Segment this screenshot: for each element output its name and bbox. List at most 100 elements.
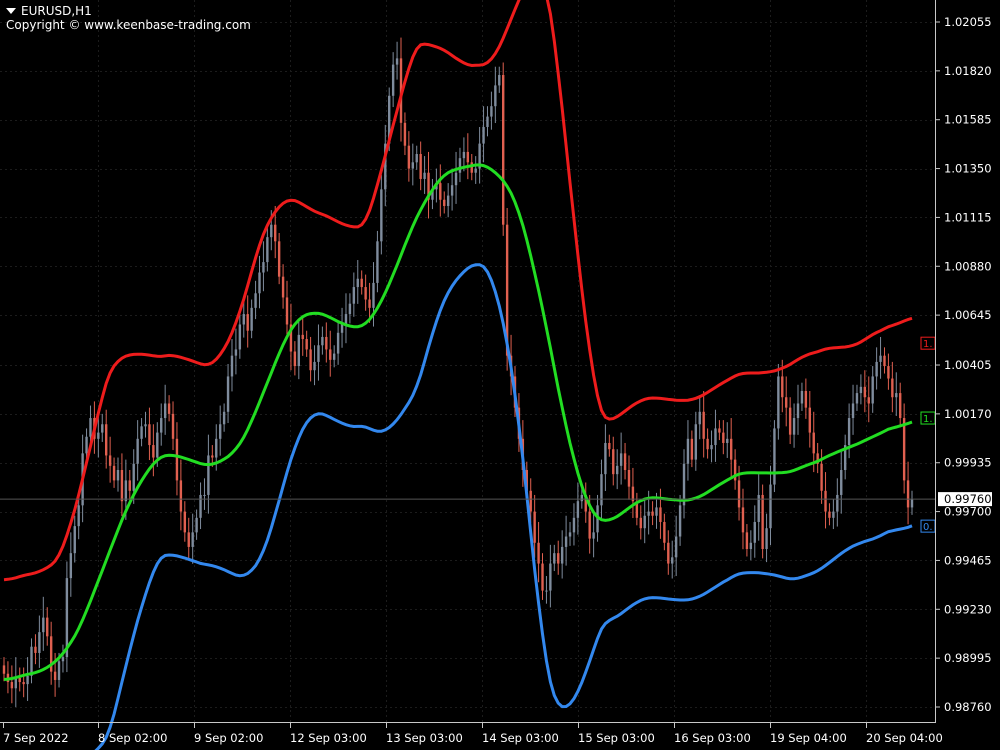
candle-body xyxy=(529,490,532,512)
candle-body xyxy=(655,507,658,516)
dropdown-arrow-icon[interactable] xyxy=(6,8,16,14)
price-tick-label: 0.99935 xyxy=(944,456,992,470)
candle-body xyxy=(592,532,595,539)
candle-body xyxy=(446,195,450,206)
candle-body xyxy=(671,557,674,564)
candle-body xyxy=(785,397,788,408)
candle-body xyxy=(576,501,580,518)
candle-body xyxy=(875,361,878,377)
lower-band-tag: 0. xyxy=(920,519,936,533)
candle-body xyxy=(604,442,607,475)
candle-body xyxy=(651,511,654,516)
candle-body xyxy=(600,474,603,506)
candle-body xyxy=(403,122,407,146)
candle-body xyxy=(234,349,238,356)
price-tick-label: 1.00880 xyxy=(944,259,992,273)
candle-body xyxy=(580,494,584,502)
candle-body xyxy=(270,224,273,238)
candle-body xyxy=(183,511,187,533)
candle-body xyxy=(364,287,367,300)
candle-body xyxy=(419,154,422,179)
candle-body xyxy=(238,324,242,350)
candle-body xyxy=(57,661,61,680)
candle-body xyxy=(686,438,690,464)
symbol-title[interactable]: EURUSD,H1 xyxy=(6,4,92,18)
price-chart[interactable]: 1. 1. 0. 1.02055 1.01820 1.01585 1.01350 1.0111… xyxy=(0,0,1000,750)
candle-body xyxy=(788,407,792,435)
price-tick-label: 0.99700 xyxy=(944,505,992,519)
candle-body xyxy=(588,511,591,539)
candle-body xyxy=(18,677,21,683)
candle-body xyxy=(537,542,540,564)
candle-body xyxy=(443,199,446,206)
candle-body xyxy=(128,480,131,491)
candle-body xyxy=(836,494,839,512)
time-tick-label: 9 Sep 02:00 xyxy=(194,731,263,745)
candle-body xyxy=(309,349,312,371)
candle-body xyxy=(533,511,536,543)
candle-body xyxy=(564,536,568,547)
candle-body xyxy=(42,617,45,633)
candle-body xyxy=(808,407,812,433)
candle-body xyxy=(132,463,135,491)
price-tick-label: 1.01820 xyxy=(944,64,992,78)
candle-body xyxy=(179,480,183,512)
candle-body xyxy=(454,172,458,186)
candle-body xyxy=(458,158,462,173)
time-tick-label: 14 Sep 03:00 xyxy=(482,731,559,745)
candle-body xyxy=(643,515,646,529)
candle-body xyxy=(175,438,179,481)
candle-body xyxy=(407,145,411,169)
candle-body xyxy=(773,428,776,485)
price-tick-label: 1.02055 xyxy=(944,15,992,29)
candle-body xyxy=(356,278,359,288)
candle-body xyxy=(753,521,756,543)
candle-body xyxy=(38,632,41,653)
time-tick-label: 19 Sep 04:00 xyxy=(770,731,847,745)
time-tick-label: 12 Sep 03:00 xyxy=(290,731,367,745)
candle-body xyxy=(541,563,544,591)
candle-body xyxy=(230,355,234,377)
time-tick-label: 7 Sep 2022 xyxy=(3,731,69,745)
candle-body xyxy=(360,278,363,288)
symbol-label: EURUSD,H1 xyxy=(21,4,92,18)
copyright-text: Copyright © www.keenbase-trading.com xyxy=(6,18,251,32)
candle-body xyxy=(317,345,320,362)
candle-body xyxy=(2,665,6,674)
candle-body xyxy=(832,511,835,518)
candle-body xyxy=(462,151,466,159)
candle-body xyxy=(380,189,383,242)
candle-body xyxy=(222,411,226,425)
candle-body xyxy=(171,413,175,439)
candle-body xyxy=(120,470,124,502)
candle-body xyxy=(344,314,348,325)
candle-body xyxy=(883,355,886,367)
upper-band-line xyxy=(3,0,913,582)
candle-body xyxy=(14,677,17,689)
candle-body xyxy=(647,511,650,516)
candle-body xyxy=(627,470,631,487)
candle-body xyxy=(729,438,733,460)
time-tick-label: 13 Sep 03:00 xyxy=(386,731,463,745)
candle-body xyxy=(722,432,725,443)
candle-body xyxy=(211,455,214,458)
candle-body xyxy=(498,75,501,86)
price-axis[interactable]: 1.02055 1.01820 1.01585 1.01350 1.01115 1.008… xyxy=(935,15,992,714)
candle-body xyxy=(140,426,143,439)
candle-body xyxy=(737,480,741,508)
candle-body xyxy=(619,453,623,466)
candle-body xyxy=(53,671,57,680)
candle-body xyxy=(203,494,206,496)
time-axis[interactable]: 7 Sep 2022 8 Sep 02:00 9 Sep 02:00 12 Sep 0… xyxy=(3,722,943,745)
time-tick-label: 20 Sep 04:00 xyxy=(866,731,943,745)
candle-body xyxy=(152,445,155,458)
candle-body xyxy=(207,455,210,495)
candle-body xyxy=(160,418,163,433)
candle-body xyxy=(112,465,116,481)
candle-body xyxy=(840,470,843,495)
candle-body xyxy=(167,403,171,414)
candle-body xyxy=(568,532,572,537)
candle-body xyxy=(89,418,92,437)
candle-body xyxy=(85,436,88,454)
candle-body xyxy=(741,507,745,533)
